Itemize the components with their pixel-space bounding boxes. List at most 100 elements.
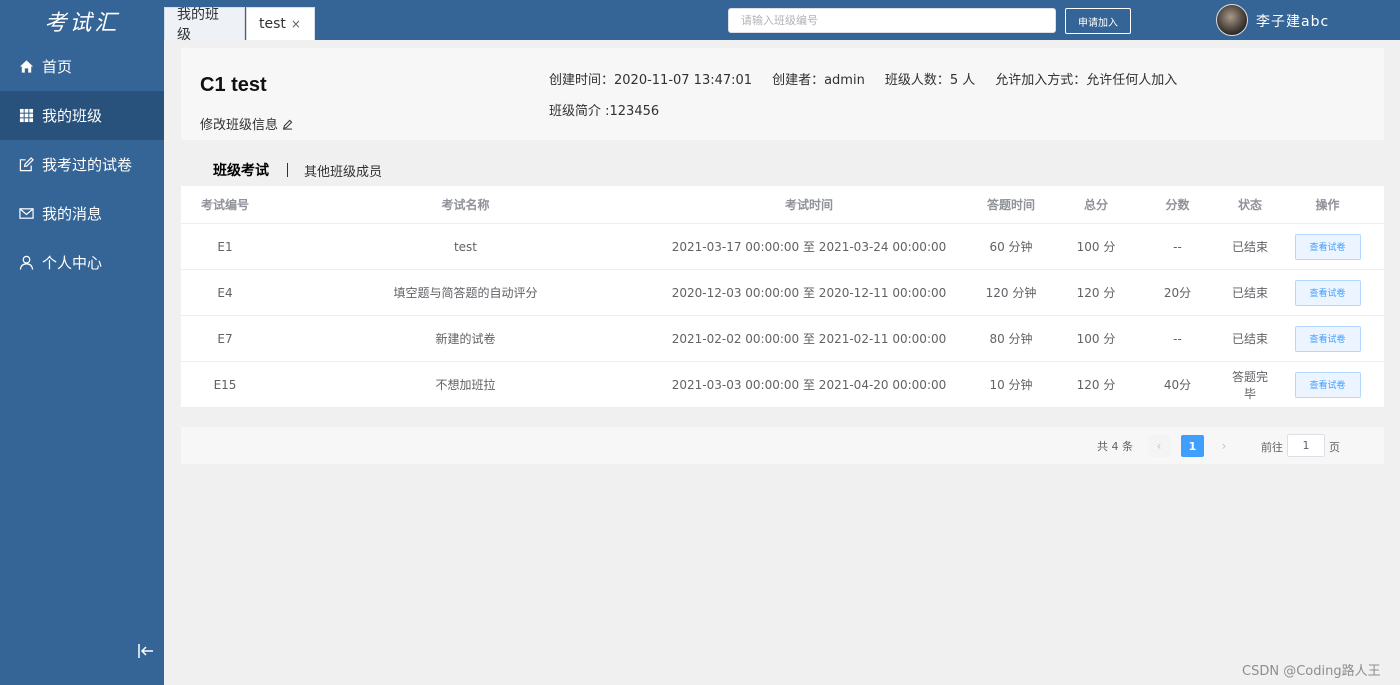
- grid-icon: [18, 108, 34, 124]
- member-count: 班级人数：5 人: [884, 73, 976, 88]
- view-paper-button[interactable]: 查看试卷: [1294, 325, 1361, 352]
- table-header: 考试编号 考试名称 考试时间 答题时间 总分 分数 状态 操作: [181, 186, 1384, 224]
- table-row: E15 不想加班拉 2021-03-03 00:00:00 至 2021-04-…: [181, 362, 1384, 408]
- tab-test[interactable]: test ×: [246, 7, 315, 40]
- header-action: 操作: [1315, 198, 1340, 212]
- header-total: 总分: [1083, 198, 1108, 212]
- tab-my-class[interactable]: 我的班级: [164, 7, 245, 43]
- cell-exam-time: 2021-03-17 00:00:00 至 2021-03-24 00:00:0…: [671, 240, 947, 254]
- cell-total: 120 分: [1076, 286, 1116, 300]
- cell-duration: 120 分钟: [985, 286, 1037, 300]
- close-icon[interactable]: ×: [291, 17, 301, 31]
- page-label: 页: [1329, 441, 1340, 454]
- user-icon: [18, 255, 34, 271]
- sidebar-item-label: 个人中心: [42, 254, 103, 272]
- sidebar-menu: 首页 我的班级 我考过的试卷 我的消息 个人中心: [0, 42, 164, 287]
- cell-exam-name: 填空题与简答题的自动评分: [393, 286, 538, 300]
- cell-duration: 60 分钟: [989, 240, 1033, 254]
- cell-action: 查看试卷: [1271, 279, 1384, 306]
- header-exam-id: 考试编号: [200, 198, 249, 212]
- goto-label: 前往: [1261, 441, 1283, 454]
- cell-exam-id: E1: [217, 239, 233, 254]
- page-number-button[interactable]: 1: [1181, 435, 1204, 457]
- cell-exam-time: 2020-12-03 00:00:00 至 2020-12-11 00:00:0…: [671, 286, 947, 300]
- home-icon: [18, 59, 34, 75]
- cell-status: 已结束: [1231, 286, 1268, 300]
- header-score: 分数: [1165, 198, 1190, 212]
- sidebar-item-my-exams[interactable]: 我考过的试卷: [0, 140, 164, 189]
- tab-class-members[interactable]: 其他班级成员: [272, 161, 382, 180]
- header-status: 状态: [1237, 198, 1262, 212]
- class-title: C1 test: [200, 74, 267, 96]
- collapse-left-icon[interactable]: [136, 641, 156, 661]
- sidebar: 考试汇 首页 我的班级 我考过的试卷 我的消息 个人中心: [0, 0, 164, 685]
- cell-total: 100 分: [1076, 240, 1116, 254]
- table-row: E4 填空题与简答题的自动评分 2020-12-03 00:00:00 至 20…: [181, 270, 1384, 316]
- sidebar-item-label: 我的班级: [42, 107, 103, 125]
- prev-page-button[interactable]: ‹: [1148, 435, 1170, 457]
- class-subtabs: 班级考试 其他班级成员: [181, 157, 382, 183]
- cell-exam-id: E7: [217, 331, 233, 346]
- pagination-total: 共 4 条: [1097, 440, 1133, 453]
- cell-exam-name: test: [453, 239, 478, 254]
- exam-table: 考试编号 考试名称 考试时间 答题时间 总分 分数 状态 操作 E1 test …: [181, 186, 1384, 408]
- view-paper-button[interactable]: 查看试卷: [1294, 279, 1361, 306]
- sidebar-item-label: 我的消息: [42, 205, 103, 223]
- created-time: 创建时间：2020-11-07 13:47:01: [549, 73, 753, 88]
- sidebar-item-profile[interactable]: 个人中心: [0, 238, 164, 287]
- tab-class-exams[interactable]: 班级考试: [181, 160, 269, 180]
- cell-status: 答题完毕: [1231, 369, 1268, 401]
- cell-total: 120 分: [1076, 378, 1116, 392]
- tab-label: 我的班级: [177, 7, 219, 43]
- cell-status: 已结束: [1231, 240, 1268, 254]
- join-class-button[interactable]: 申请加入: [1065, 8, 1131, 34]
- cell-duration: 10 分钟: [989, 378, 1033, 392]
- header-exam-name: 考试名称: [441, 198, 490, 212]
- cell-action: 查看试卷: [1271, 325, 1384, 352]
- table-row: E1 test 2021-03-17 00:00:00 至 2021-03-24…: [181, 224, 1384, 270]
- username[interactable]: 李子建abc: [1256, 11, 1329, 31]
- cell-exam-name: 不想加班拉: [435, 378, 496, 392]
- edit-class-link[interactable]: 修改班级信息: [200, 114, 293, 133]
- sidebar-item-label: 首页: [42, 58, 73, 76]
- sidebar-item-home[interactable]: 首页: [0, 42, 164, 91]
- creator: 创建者：admin: [772, 73, 865, 88]
- sidebar-item-label: 我考过的试卷: [42, 156, 133, 174]
- tab-label: test: [259, 16, 286, 32]
- cell-total: 100 分: [1076, 332, 1116, 346]
- pencil-icon: [283, 119, 293, 130]
- avatar[interactable]: [1216, 4, 1248, 36]
- cell-score: 40分: [1163, 378, 1192, 392]
- cell-status: 已结束: [1231, 332, 1268, 346]
- edit-class-label: 修改班级信息: [200, 118, 279, 133]
- cell-duration: 80 分钟: [989, 332, 1033, 346]
- app-logo: 考试汇: [44, 11, 120, 36]
- class-info-card: C1 test 修改班级信息 创建时间：2020-11-07 13:47:01 …: [181, 48, 1384, 140]
- goto-page-input[interactable]: [1287, 434, 1325, 457]
- view-paper-button[interactable]: 查看试卷: [1294, 371, 1361, 398]
- edit-icon: [18, 157, 34, 173]
- class-meta: 创建时间：2020-11-07 13:47:01 创建者：admin 班级人数：…: [549, 69, 1177, 88]
- cell-exam-name: 新建的试卷: [435, 332, 496, 346]
- mail-icon: [18, 206, 34, 222]
- cell-action: 查看试卷: [1271, 233, 1384, 260]
- next-page-button[interactable]: ›: [1213, 435, 1235, 457]
- pagination: 共 4 条 ‹ 1 › 前往 页: [181, 427, 1384, 464]
- top-bar: 我的班级 test × 申请加入 李子建abc: [164, 0, 1400, 43]
- cell-exam-id: E4: [217, 285, 233, 300]
- header-exam-time: 考试时间: [784, 198, 833, 212]
- cell-action: 查看试卷: [1271, 371, 1384, 398]
- cell-exam-time: 2021-03-03 00:00:00 至 2021-04-20 00:00:0…: [671, 378, 947, 392]
- class-intro: 班级简介 :123456: [549, 104, 660, 119]
- view-paper-button[interactable]: 查看试卷: [1294, 233, 1361, 260]
- table-row: E7 新建的试卷 2021-02-02 00:00:00 至 2021-02-1…: [181, 316, 1384, 362]
- cell-exam-time: 2021-02-02 00:00:00 至 2021-02-11 00:00:0…: [671, 332, 947, 346]
- cell-score: 20分: [1163, 286, 1192, 300]
- sidebar-item-messages[interactable]: 我的消息: [0, 189, 164, 238]
- cell-score: --: [1173, 239, 1182, 254]
- cell-exam-id: E15: [213, 377, 237, 392]
- watermark: CSDN @Coding路人王: [1242, 664, 1381, 679]
- sidebar-item-my-class[interactable]: 我的班级: [0, 91, 164, 140]
- class-id-input[interactable]: [728, 8, 1056, 33]
- join-mode: 允许加入方式：允许任何人加入: [995, 73, 1178, 88]
